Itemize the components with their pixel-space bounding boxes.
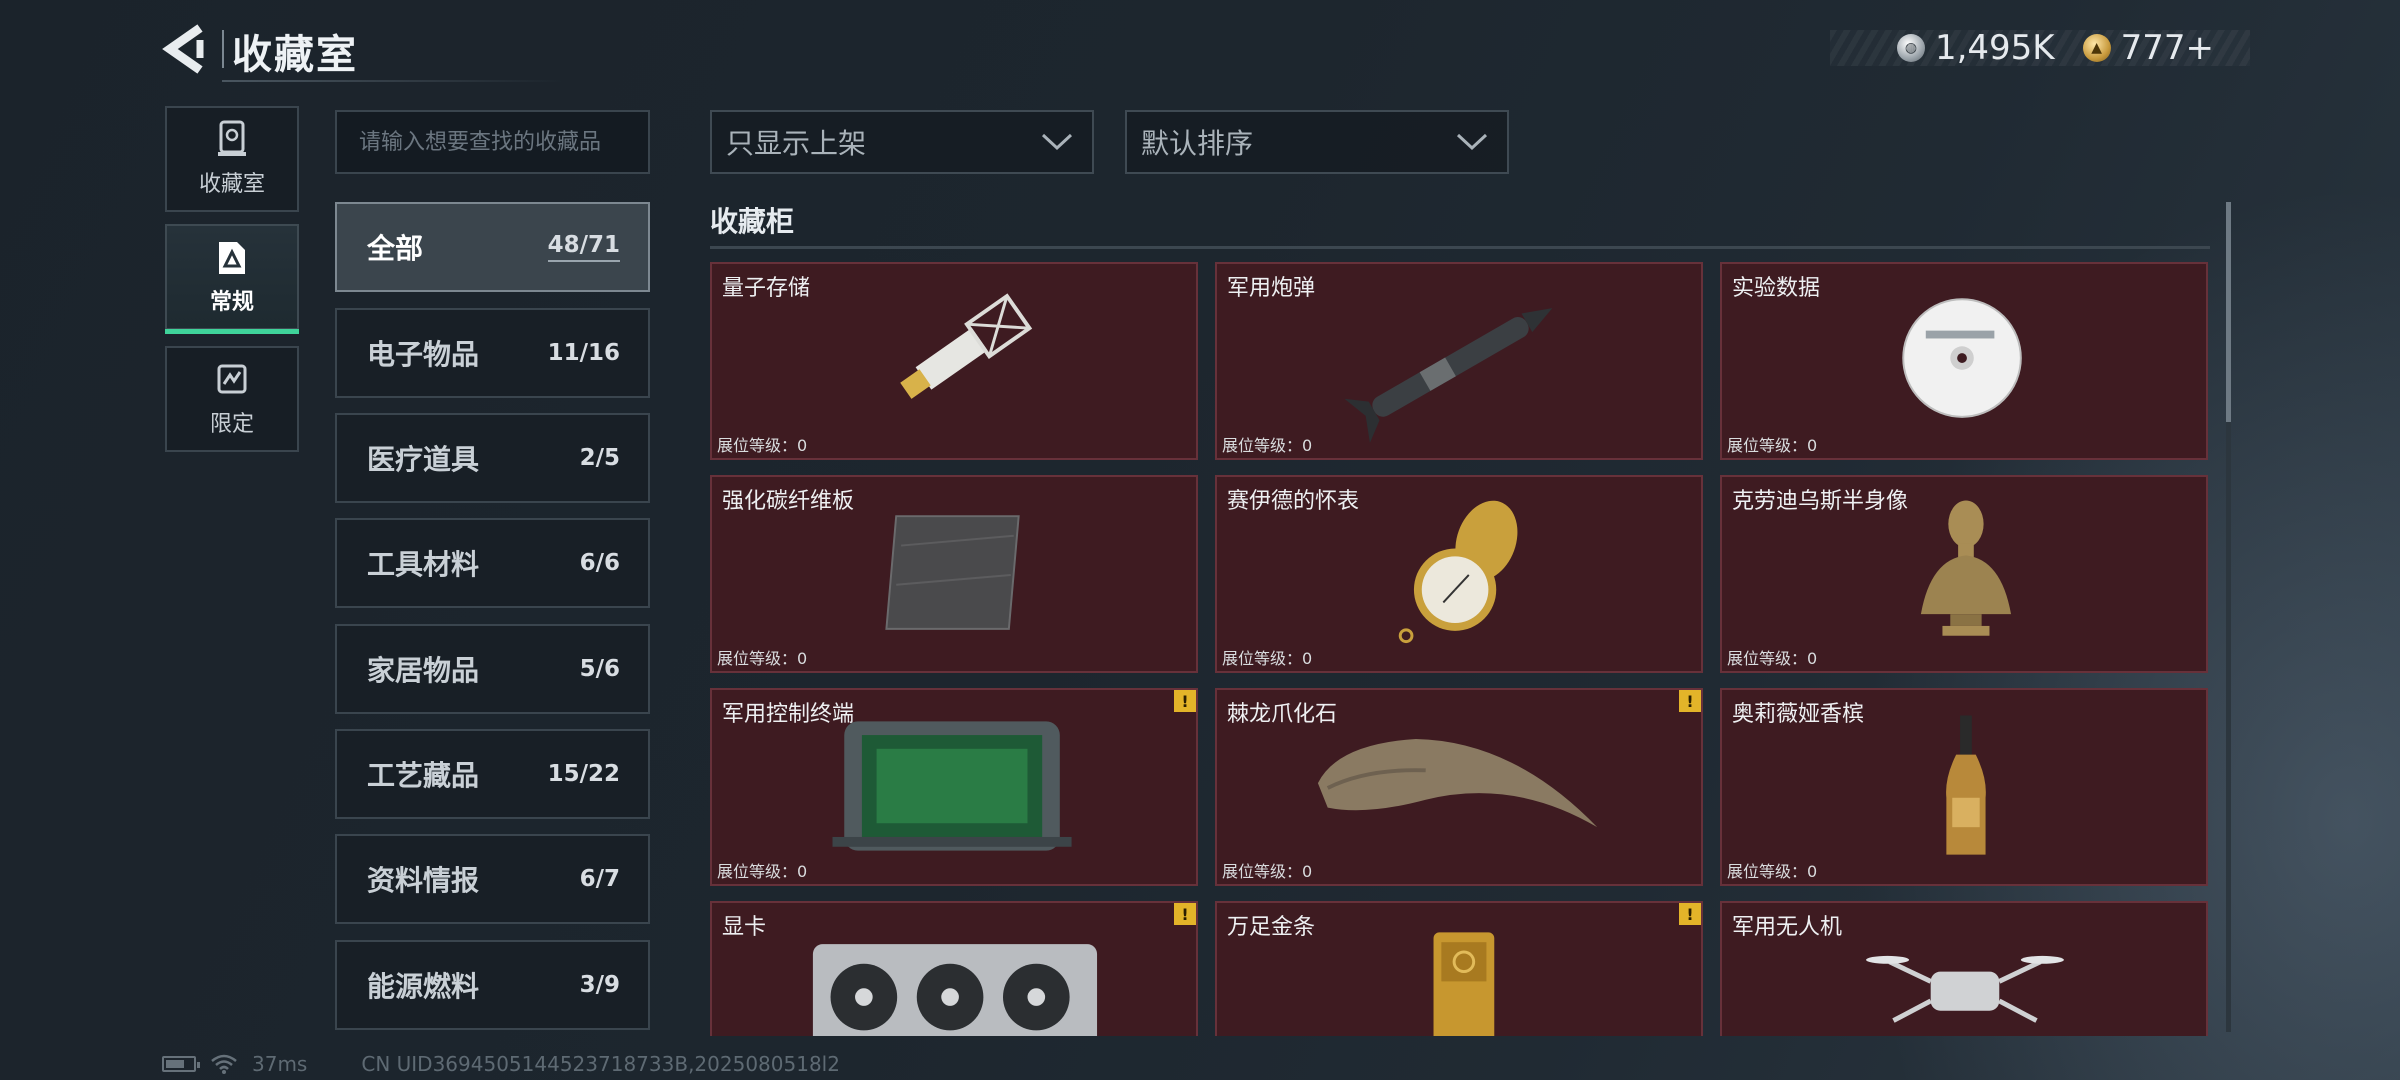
category-name: 全部 <box>367 232 424 265</box>
collection-item-card[interactable]: 军用炮弹 展位等级：0 <box>1215 262 1703 460</box>
nav-item-limited[interactable]: 限定 <box>165 346 299 452</box>
item-name: 克劳迪乌斯半身像 <box>1732 489 1909 514</box>
status-footer: 37ms CN UID3694505144523718733B,20250805… <box>162 1052 840 1076</box>
category-crafts[interactable]: 工艺藏品 15/22 <box>335 729 650 819</box>
category-name: 能源燃料 <box>367 970 480 1003</box>
category-count: 15/22 <box>547 761 620 787</box>
title-separator <box>222 30 224 68</box>
warning-badge: ! <box>1174 690 1196 712</box>
category-count: 3/9 <box>579 972 620 998</box>
category-household[interactable]: 家居物品 5/6 <box>335 624 650 714</box>
collection-item-card[interactable]: 实验数据 展位等级：0 <box>1720 262 2208 460</box>
category-name: 工具材料 <box>367 548 480 581</box>
collection-item-card[interactable]: 显卡 ! <box>710 901 1198 1036</box>
section-title: 收藏柜 <box>710 205 795 238</box>
page-title: 收藏室 <box>232 32 358 78</box>
silver-coin-icon: ◍ <box>1896 34 1925 62</box>
item-name: 棘龙爪化石 <box>1227 702 1338 727</box>
uid-text: CN UID3694505144523718733B,2025080518l2 <box>361 1052 840 1076</box>
category-name: 资料情报 <box>367 864 480 897</box>
wifi-icon <box>211 1054 237 1074</box>
category-count: 6/6 <box>579 550 620 576</box>
collection-grid: 量子存储 展位等级：0 军用炮弹 展位等级：0 实验数据 展位等级：0 强化碳纤… <box>710 260 2215 1036</box>
collection-item-card[interactable]: 奥莉薇娅香槟 展位等级：0 <box>1720 688 2208 886</box>
item-display-level: 展位等级：0 <box>1727 436 1818 455</box>
category-count: 48/71 <box>547 232 620 262</box>
category-all[interactable]: 全部 48/71 <box>335 202 650 292</box>
item-display-level: 展位等级：0 <box>717 649 808 668</box>
battery-icon <box>162 1056 200 1072</box>
currency-bar: ◍ 1,495K ▲ 777+ <box>1830 28 2250 68</box>
category-name: 医疗道具 <box>367 443 480 476</box>
item-name: 量子存储 <box>722 276 811 301</box>
display-filter-dropdown[interactable]: 只显示上架 <box>710 110 1094 174</box>
category-count: 6/7 <box>579 866 620 892</box>
item-display-level: 展位等级：0 <box>1222 862 1313 881</box>
item-name: 显卡 <box>722 915 767 940</box>
collection-item-card[interactable]: 克劳迪乌斯半身像 展位等级：0 <box>1720 475 2208 673</box>
category-count: 2/5 <box>579 445 620 471</box>
sort-value: 默认排序 <box>1141 127 1254 160</box>
graphics-card-icon <box>812 944 1098 1036</box>
item-display-level: 展位等级：0 <box>1727 862 1818 881</box>
nav-label: 限定 <box>209 412 254 437</box>
chevron-down-icon <box>1456 133 1488 151</box>
display-case-icon <box>218 120 246 156</box>
item-name: 万足金条 <box>1227 915 1316 940</box>
title-underline <box>222 80 562 82</box>
category-electronics[interactable]: 电子物品 11/16 <box>335 308 650 398</box>
warning-badge: ! <box>1174 903 1196 925</box>
collection-item-card[interactable]: 赛伊德的怀表 展位等级：0 <box>1215 475 1703 673</box>
gold-coin-icon: ▲ <box>2082 34 2111 62</box>
collection-item-card[interactable]: 量子存储 展位等级：0 <box>710 262 1198 460</box>
item-display-level: 展位等级：0 <box>1222 436 1313 455</box>
category-name: 电子物品 <box>367 338 480 371</box>
category-name: 工艺藏品 <box>367 759 480 792</box>
item-display-level: 展位等级：0 <box>1727 649 1818 668</box>
collection-search-input[interactable] <box>335 110 650 174</box>
item-display-level: 展位等级：0 <box>1222 649 1313 668</box>
gold-currency-value: 777+ <box>2120 28 2214 68</box>
item-name: 实验数据 <box>1732 276 1821 301</box>
back-button[interactable] <box>160 22 208 76</box>
collection-item-card[interactable]: 军用无人机 <box>1720 901 2208 1036</box>
warning-badge: ! <box>1679 690 1701 712</box>
collection-item-card[interactable]: 棘龙爪化石 ! 展位等级：0 <box>1215 688 1703 886</box>
collection-item-card[interactable]: 万足金条 ! <box>1215 901 1703 1036</box>
item-display-level: 展位等级：0 <box>717 862 808 881</box>
grid-scrollbar[interactable] <box>2226 202 2231 1032</box>
grid-scrollbar-thumb[interactable] <box>2226 202 2231 422</box>
section-divider <box>710 246 2210 249</box>
regular-collection-icon <box>219 242 245 274</box>
ping-value: 37ms <box>252 1052 308 1076</box>
category-name: 家居物品 <box>367 654 480 687</box>
item-name: 军用炮弹 <box>1227 276 1316 301</box>
nav-label: 常规 <box>209 290 254 315</box>
item-name: 赛伊德的怀表 <box>1227 489 1360 514</box>
sort-dropdown[interactable]: 默认排序 <box>1125 110 1509 174</box>
category-count: 5/6 <box>579 656 620 682</box>
back-arrow-icon <box>162 24 204 74</box>
collection-item-card[interactable]: 强化碳纤维板 展位等级：0 <box>710 475 1198 673</box>
warning-badge: ! <box>1679 903 1701 925</box>
limited-collection-icon <box>217 364 247 394</box>
category-medical[interactable]: 医疗道具 2/5 <box>335 413 650 503</box>
nav-item-display-room[interactable]: 收藏室 <box>165 106 299 212</box>
silver-currency-value: 1,495K <box>1934 28 2055 68</box>
category-energy[interactable]: 能源燃料 3/9 <box>335 940 650 1030</box>
collection-item-card[interactable]: 军用控制终端 ! 展位等级：0 <box>710 688 1198 886</box>
chevron-down-icon <box>1041 133 1073 151</box>
category-count: 11/16 <box>547 340 620 366</box>
item-name: 强化碳纤维板 <box>722 489 855 514</box>
display-filter-value: 只显示上架 <box>726 127 867 160</box>
item-name: 军用无人机 <box>1732 915 1843 940</box>
category-intel[interactable]: 资料情报 6/7 <box>335 834 650 924</box>
category-tools[interactable]: 工具材料 6/6 <box>335 518 650 608</box>
item-name: 军用控制终端 <box>722 702 855 727</box>
item-name: 奥莉薇娅香槟 <box>1732 702 1865 727</box>
nav-label: 收藏室 <box>198 172 265 197</box>
item-display-level: 展位等级：0 <box>717 436 808 455</box>
nav-item-regular[interactable]: 常规 <box>165 224 299 334</box>
